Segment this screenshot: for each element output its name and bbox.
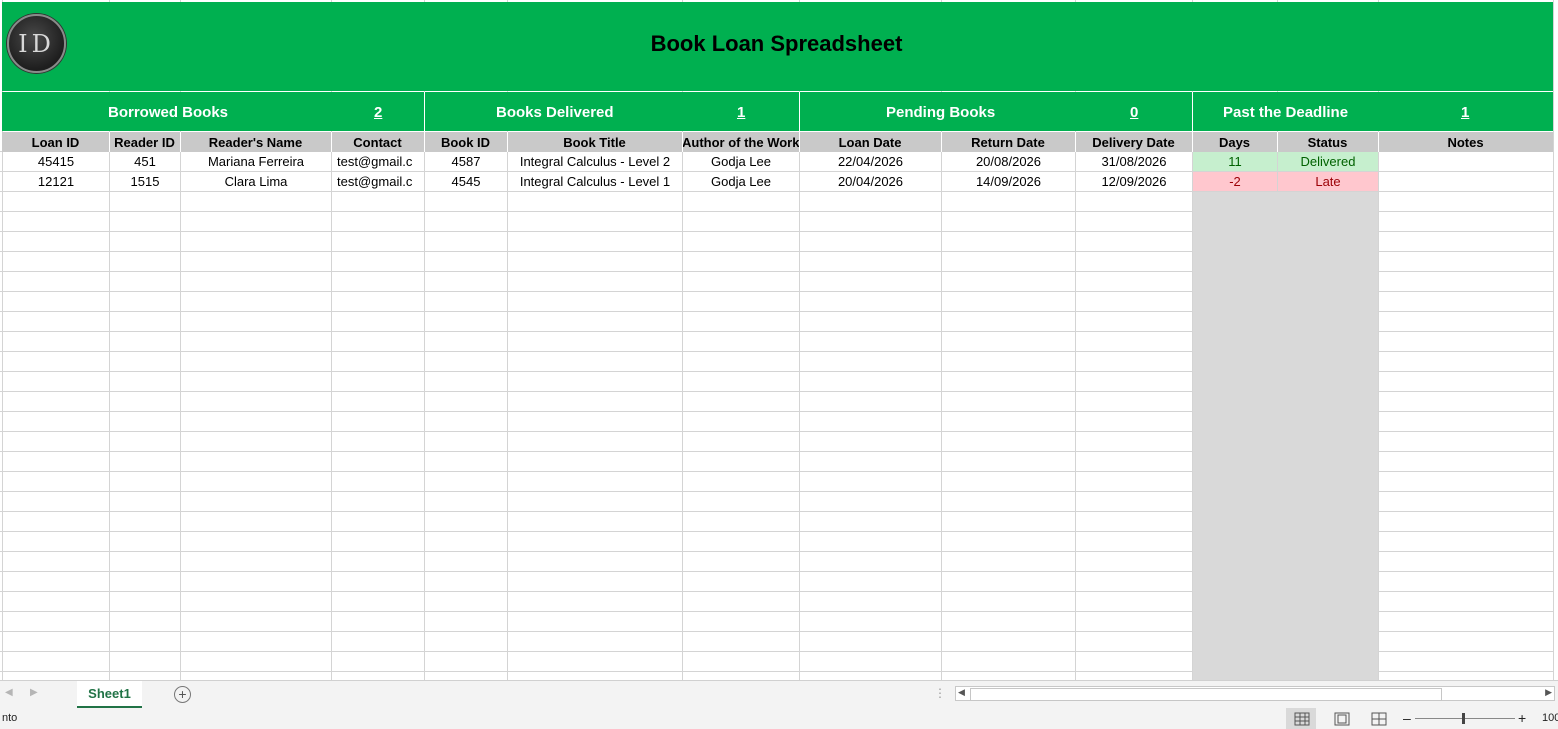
table-cell[interactable]: Godja Lee xyxy=(683,172,799,191)
books-delivered-label[interactable]: Books Delivered xyxy=(496,104,614,121)
tab-sheet1[interactable]: Sheet1 xyxy=(77,681,142,708)
summary-divider xyxy=(1192,92,1193,132)
borrowed-books-value[interactable]: 2 xyxy=(374,104,382,121)
column-header[interactable]: Reader ID xyxy=(109,133,180,152)
table-cell[interactable]: Integral Calculus - Level 1 xyxy=(508,172,682,191)
table-cell[interactable]: 20/04/2026 xyxy=(800,172,941,191)
plus-circle-icon[interactable]: + xyxy=(174,686,191,703)
table-cell[interactable]: 22/04/2026 xyxy=(800,152,941,171)
pending-books-value[interactable]: 0 xyxy=(1130,104,1138,121)
zoom-level[interactable]: 100 xyxy=(1542,712,1558,724)
status-bar: nto – + 100 xyxy=(0,708,1558,729)
header-divider xyxy=(180,132,181,152)
header-divider xyxy=(1075,132,1076,152)
table-cell[interactable]: 1515 xyxy=(110,172,180,191)
spreadsheet-grid[interactable]: ID Book Loan Spreadsheet Borrowed Books … xyxy=(0,0,1558,680)
grid-column-line xyxy=(1553,0,1554,680)
header-divider xyxy=(507,132,508,152)
days-cell[interactable]: -2 xyxy=(1193,172,1277,191)
status-cell[interactable]: Delivered xyxy=(1278,152,1378,171)
triangle-right-icon[interactable]: ▶ xyxy=(30,687,38,698)
column-header[interactable]: Loan Date xyxy=(799,133,941,152)
column-header[interactable]: Delivery Date xyxy=(1075,133,1192,152)
page-title[interactable]: Book Loan Spreadsheet xyxy=(0,31,1553,57)
table-cell[interactable] xyxy=(1379,152,1553,171)
table-cell[interactable]: Godja Lee xyxy=(683,152,799,171)
table-cell[interactable]: 12/09/2026 xyxy=(1076,172,1192,191)
page-break-icon[interactable] xyxy=(1371,712,1387,726)
zoom-out-button[interactable]: – xyxy=(1403,710,1411,726)
zoom-slider-thumb[interactable] xyxy=(1462,713,1465,724)
table-cell[interactable]: Clara Lima xyxy=(181,172,331,191)
table-cell[interactable]: 45415 xyxy=(3,152,109,171)
sheet-tab-bar: ◀ ▶ Sheet1 + ⋮ ◀ ▶ xyxy=(0,680,1558,709)
header-divider xyxy=(799,132,800,152)
table-cell[interactable]: 12121 xyxy=(3,172,109,191)
page-layout-icon[interactable] xyxy=(1334,712,1350,726)
summary-divider xyxy=(799,92,800,132)
header-divider xyxy=(682,132,683,152)
header-divider xyxy=(109,132,110,152)
table-cell[interactable]: 4587 xyxy=(425,152,507,171)
past-deadline-label[interactable]: Past the Deadline xyxy=(1223,104,1348,121)
table-cell[interactable]: 31/08/2026 xyxy=(1076,152,1192,171)
books-delivered-value[interactable]: 1 xyxy=(737,104,745,121)
table-cell[interactable]: 4545 xyxy=(425,172,507,191)
computed-columns-shading xyxy=(1193,192,1378,680)
triangle-left-icon[interactable]: ◀ xyxy=(958,687,965,698)
header-divider xyxy=(1378,132,1379,152)
triangle-left-icon[interactable]: ◀ xyxy=(5,687,13,698)
header-divider xyxy=(424,132,425,152)
column-header[interactable]: Loan ID xyxy=(2,133,109,152)
table-cell[interactable]: 451 xyxy=(110,152,180,171)
grid-icon xyxy=(1294,712,1310,726)
header-divider xyxy=(1192,132,1193,152)
table-cell[interactable]: 14/09/2026 xyxy=(942,172,1075,191)
header-divider xyxy=(1277,132,1278,152)
column-header[interactable]: Book Title xyxy=(507,133,682,152)
days-cell[interactable]: 11 xyxy=(1193,152,1277,171)
zoom-slider[interactable] xyxy=(1415,713,1515,724)
column-header[interactable]: Days xyxy=(1192,133,1277,152)
summary-divider xyxy=(424,92,425,132)
pending-books-label[interactable]: Pending Books xyxy=(886,104,995,121)
split-handle-icon[interactable]: ⋮ xyxy=(934,686,946,700)
table-cell[interactable]: test@gmail.c xyxy=(332,172,424,191)
header-divider xyxy=(331,132,332,152)
past-deadline-value[interactable]: 1 xyxy=(1461,104,1469,121)
normal-view-button[interactable] xyxy=(1286,708,1316,729)
table-cell[interactable]: Mariana Ferreira xyxy=(181,152,331,171)
borrowed-books-label[interactable]: Borrowed Books xyxy=(108,104,228,121)
triangle-right-icon[interactable]: ▶ xyxy=(1545,687,1552,698)
column-header[interactable]: Reader's Name xyxy=(180,133,331,152)
table-cell[interactable]: Integral Calculus - Level 2 xyxy=(508,152,682,171)
table-cell[interactable]: test@gmail.c xyxy=(332,152,424,171)
column-header[interactable]: Notes xyxy=(1378,133,1553,152)
status-text: nto xyxy=(2,712,18,724)
column-header[interactable]: Author of the Work xyxy=(682,133,799,152)
column-header[interactable]: Return Date xyxy=(941,133,1075,152)
status-cell[interactable]: Late xyxy=(1278,172,1378,191)
column-header[interactable]: Book ID xyxy=(424,133,507,152)
zoom-in-button[interactable]: + xyxy=(1518,710,1526,726)
table-cell[interactable] xyxy=(1379,172,1553,191)
scrollbar-thumb[interactable] xyxy=(970,688,1442,701)
table-cell[interactable]: 20/08/2026 xyxy=(942,152,1075,171)
column-header[interactable]: Status xyxy=(1277,133,1378,152)
header-divider xyxy=(941,132,942,152)
column-header[interactable]: Contact xyxy=(331,133,424,152)
horizontal-scrollbar[interactable]: ◀ ▶ xyxy=(955,686,1555,701)
